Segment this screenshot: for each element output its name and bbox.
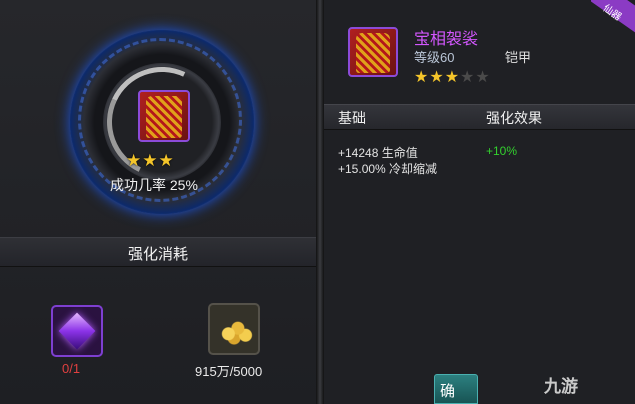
crystal-icon: [58, 312, 96, 350]
confirm-button[interactable]: 确: [434, 374, 478, 404]
upgrade-item-slot[interactable]: [138, 90, 190, 142]
item-name: 宝相袈裟: [414, 31, 479, 48]
upgrade-panel: ★★★ 成功几率 25% 强化消耗 0/1 915万/5000: [0, 0, 316, 404]
material-count: 0/1: [62, 361, 81, 376]
gold-coins-icon: [217, 317, 255, 345]
stat-row: +15.00% 冷却缩减: [338, 162, 438, 176]
header-effect: 强化效果: [486, 110, 542, 126]
material-slot[interactable]: [51, 305, 103, 357]
corner-badge: 仙器: [591, 0, 635, 44]
header-base: 基础: [338, 110, 366, 126]
stats-header: 基础 强化效果: [324, 104, 635, 130]
item-type: 铠甲: [505, 50, 532, 65]
upgrade-stars: ★★★: [126, 151, 175, 170]
item-icon-slot[interactable]: [348, 27, 398, 77]
empty-stars: ★★: [460, 69, 491, 86]
armor-icon: [356, 33, 390, 73]
item-detail-panel: 仙器 宝相袈裟 等级60 铠甲 ★★★★★ 基础 强化效果 +14248 生命值…: [324, 0, 635, 404]
panel-divider: [316, 0, 324, 404]
item-level: 等级60: [414, 50, 455, 65]
stat-row: +14248 生命值: [338, 146, 418, 160]
stat-bonus: +10%: [486, 144, 518, 158]
gold-slot[interactable]: [208, 303, 260, 355]
success-rate: 成功几率 25%: [110, 177, 198, 193]
cost-title: 强化消耗: [127, 246, 188, 263]
armor-icon: [146, 96, 182, 138]
gold-count: 915万/5000: [195, 364, 263, 379]
cost-header: 强化消耗: [0, 237, 316, 267]
filled-stars: ★★★: [414, 69, 461, 86]
watermark-logo: 九游: [544, 377, 578, 396]
item-stars: ★★★★★: [414, 67, 491, 87]
